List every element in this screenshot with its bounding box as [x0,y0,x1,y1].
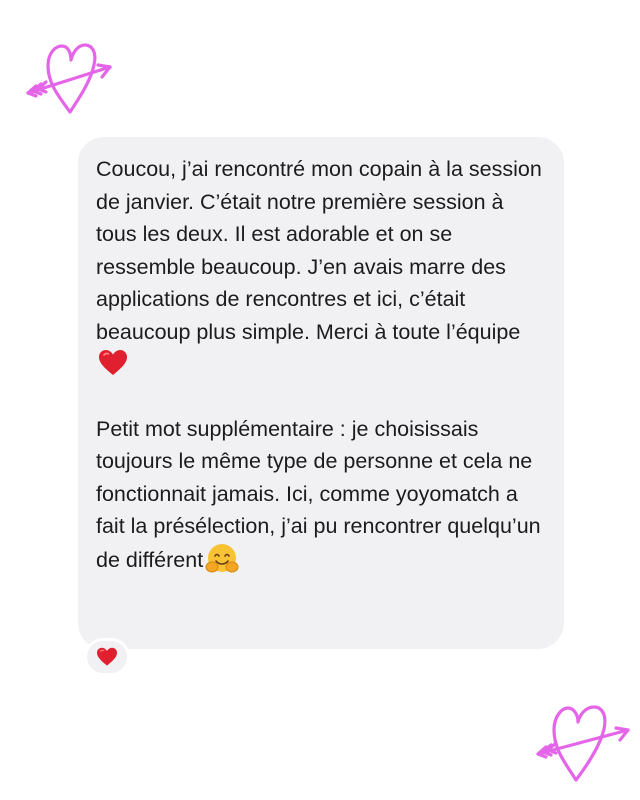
heart-arrow-icon [536,705,630,782]
red-heart-icon [97,647,117,666]
message-paragraph-1-text: Coucou, j’ai rencontré mon copain à la s… [96,157,542,344]
message-paragraph-2: Petit mot supplémentaire : je choisissai… [96,413,550,577]
message-paragraph-1: Coucou, j’ai rencontré mon copain à la s… [96,153,550,381]
hugging-face-icon [205,543,239,572]
red-heart-icon [99,350,127,375]
message-paragraph-2-text: Petit mot supplémentaire : je choisissai… [96,416,541,572]
heart-arrow-icon [26,43,112,114]
message-bubble[interactable]: Coucou, j’ai rencontré mon copain à la s… [78,137,564,649]
heart-reaction-badge[interactable] [84,638,130,676]
